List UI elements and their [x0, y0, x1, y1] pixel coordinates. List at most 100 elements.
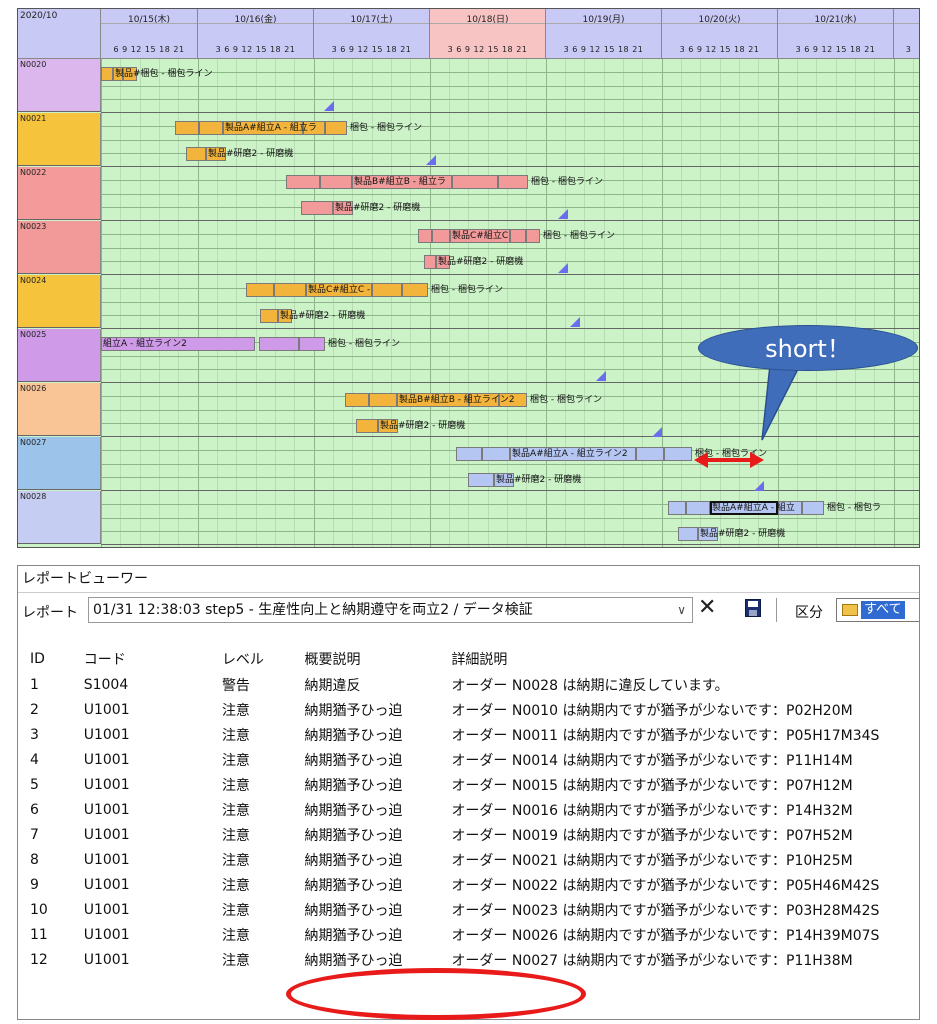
order-row-label[interactable]: N0021 [18, 113, 101, 166]
gantt-task-segment[interactable] [175, 121, 199, 135]
gantt-task-segment[interactable] [510, 229, 526, 243]
row-grid-line [101, 248, 919, 249]
table-row[interactable]: 3 U1001 注意 納期猶予ひっ迫 オーダー N0011 は納期内ですが猶予が少ないで… [18, 722, 919, 747]
table-row[interactable]: 10 U1001 注意 納期猶予ひっ迫 オーダー N0023 は納期内ですが猶予が少ない… [18, 897, 919, 922]
col-header-level[interactable]: レベル [222, 646, 305, 672]
gantt-task-segment[interactable] [186, 147, 206, 161]
cell-id: 12 [30, 951, 48, 968]
gantt-task-segment[interactable] [402, 283, 428, 297]
order-row-label[interactable]: N0020 [18, 59, 101, 112]
gantt-task-segment[interactable] [432, 229, 450, 243]
order-row-label[interactable]: N0022 [18, 167, 101, 220]
table-row[interactable]: 8 U1001 注意 納期猶予ひっ迫 オーダー N0021 は納期内ですが猶予が少ないで… [18, 847, 919, 872]
gantt-task-segment[interactable] [686, 501, 710, 515]
cell-code: S1004 [83, 676, 129, 693]
gantt-task-segment[interactable] [372, 283, 402, 297]
report-select[interactable]: 01/31 12:38:03 step5 - 生産性向上と納期遵守を両立2 / … [88, 597, 693, 623]
gantt-task-segment[interactable] [526, 229, 540, 243]
order-row-label[interactable]: N0024 [18, 275, 101, 328]
day-header: 10/18(日) 3 6 9 12 15 18 21 [430, 9, 546, 59]
kubun-select[interactable]: すべて [836, 598, 919, 622]
cell-detail: オーダー N0027 は納期内ですが猶予が少ないです：P11H38M [451, 952, 853, 969]
gantt-task-segment[interactable] [260, 309, 278, 323]
hour-ticks: 3 6 9 12 15 18 21 [795, 45, 876, 54]
day-header: 10/20(火) 3 6 9 12 15 18 21 [662, 9, 778, 59]
cell-level: 注意 [221, 702, 250, 719]
table-row[interactable]: 9 U1001 注意 納期猶予ひっ迫 オーダー N0022 は納期内ですが猶予が少ないで… [18, 872, 919, 897]
row-separator [101, 274, 919, 275]
gantt-task-segment[interactable] [301, 201, 333, 215]
order-row-label[interactable]: N0028 [18, 491, 101, 544]
gantt-task-segment[interactable] [286, 175, 320, 189]
table-row[interactable]: 1 S1004 警告 納期違反 オーダー N0028 は納期に違反しています。 [18, 672, 919, 697]
gantt-task-tail-label: 梱包 - 梱包ラ [827, 503, 881, 513]
grid-line [642, 59, 643, 547]
gantt-task-segment[interactable] [356, 419, 378, 433]
gantt-chart[interactable]: 2020/10 10/15(木) 6 9 12 15 18 21 10/16(金) 3… [17, 8, 920, 548]
gantt-task-segment[interactable] [369, 393, 397, 407]
cell-level: 注意 [221, 852, 250, 869]
gantt-task-segment[interactable] [452, 175, 498, 189]
gantt-task-segment[interactable] [274, 283, 306, 297]
gantt-task-segment[interactable] [199, 121, 223, 135]
hour-ticks: 3 6 9 12 15 18 21 [563, 45, 644, 54]
cell-level: 注意 [221, 827, 250, 844]
cell-id: 10 [30, 901, 48, 918]
gantt-task-segment[interactable] [468, 473, 494, 487]
gantt-task-segment[interactable] [456, 447, 482, 461]
cell-summary: 納期猶予ひっ迫 [304, 752, 403, 769]
gantt-corner-month: 2020/10 [18, 9, 101, 59]
row-grid-line [101, 99, 919, 100]
cell-level: 注意 [221, 902, 250, 919]
table-row[interactable]: 5 U1001 注意 納期猶予ひっ迫 オーダー N0015 は納期内ですが猶予が少ないで… [18, 772, 919, 797]
gantt-task-segment[interactable] [802, 501, 824, 515]
kubun-select-value: すべて [861, 601, 905, 619]
cell-id: 1 [30, 676, 39, 693]
gantt-task-segment[interactable] [246, 283, 274, 297]
gantt-task-segment[interactable] [325, 121, 347, 135]
cell-id: 2 [30, 701, 39, 718]
gantt-task-segment[interactable] [424, 255, 436, 269]
col-header-detail[interactable]: 詳細説明 [451, 646, 919, 672]
table-row[interactable]: 2 U1001 注意 納期猶予ひっ迫 オーダー N0010 は納期内ですが猶予が少ないで… [18, 697, 919, 722]
gantt-task-label: 製品B#組立B - 組立ラ [354, 177, 446, 187]
gantt-task-segment[interactable] [101, 67, 113, 81]
grid-line [681, 59, 682, 547]
gantt-task-segment[interactable] [678, 527, 698, 541]
gantt-task-segment[interactable] [498, 175, 528, 189]
gantt-task-segment[interactable] [418, 229, 432, 243]
row-grid-line [101, 464, 919, 465]
gantt-task-label: 製品#研磨2 - 研磨機 [700, 529, 786, 539]
order-row-label[interactable]: N0023 [18, 221, 101, 274]
toolbar-divider [776, 598, 777, 622]
gantt-task-tail-label: 梱包 - 梱包ライン [350, 123, 422, 133]
order-row-label[interactable]: N0026 [18, 383, 101, 436]
gantt-task-segment[interactable] [299, 337, 325, 351]
col-header-id[interactable]: ID [18, 646, 84, 672]
col-header-summary[interactable]: 概要説明 [305, 646, 452, 672]
hour-ticks: 3 6 9 12 15 18 21 [331, 45, 412, 54]
gantt-task-label: 製品C#組立C [452, 231, 509, 241]
cell-level: 注意 [221, 727, 250, 744]
row-separator [101, 382, 919, 383]
report-toolbar: レポート 01/31 12:38:03 step5 - 生産性向上と納期遵守を両… [18, 594, 919, 626]
gantt-task-segment[interactable] [664, 447, 692, 461]
gantt-task-segment[interactable] [482, 447, 510, 461]
table-row[interactable]: 11 U1001 注意 納期猶予ひっ迫 オーダー N0026 は納期内ですが猶予が少ない… [18, 922, 919, 947]
gantt-task-segment[interactable] [345, 393, 369, 407]
gantt-task-segment[interactable] [259, 337, 299, 351]
gantt-task-segment[interactable] [320, 175, 352, 189]
order-row-label[interactable]: N0027 [18, 437, 101, 490]
save-icon[interactable] [745, 599, 761, 617]
cell-summary: 納期猶予ひっ迫 [304, 827, 403, 844]
col-header-code[interactable]: コード [84, 646, 222, 672]
order-row-label[interactable]: N0025 [18, 329, 101, 382]
table-row[interactable]: 4 U1001 注意 納期猶予ひっ迫 オーダー N0014 は納期内ですが猶予が少ないで… [18, 747, 919, 772]
close-icon[interactable]: ✕ [698, 595, 716, 620]
gantt-task-segment[interactable] [668, 501, 686, 515]
chevron-down-icon[interactable]: ∨ [677, 598, 686, 622]
table-row[interactable]: 6 U1001 注意 納期猶予ひっ迫 オーダー N0016 は納期内ですが猶予が少ないで… [18, 797, 919, 822]
gantt-task-segment[interactable] [636, 447, 664, 461]
cell-id: 3 [30, 726, 39, 743]
table-row[interactable]: 7 U1001 注意 納期猶予ひっ迫 オーダー N0019 は納期内ですが猶予が少ないで… [18, 822, 919, 847]
